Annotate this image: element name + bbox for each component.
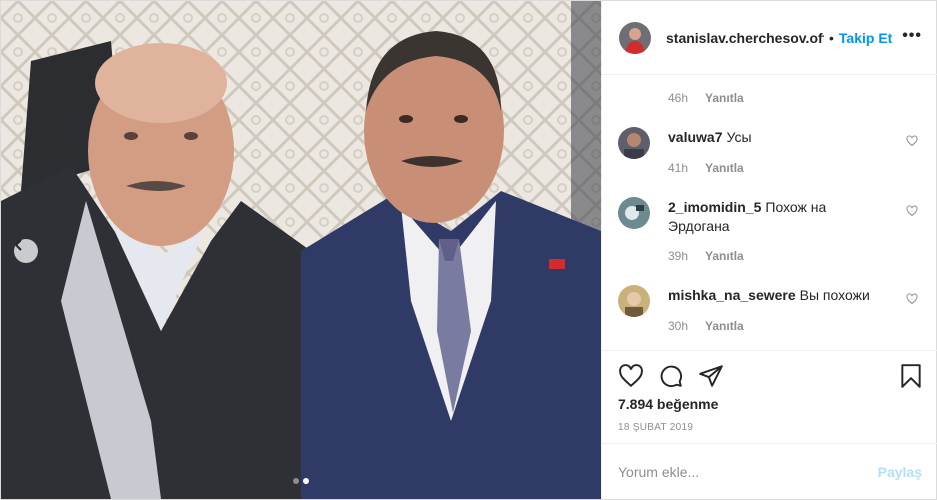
carousel-dot-active	[303, 478, 309, 484]
header-separator: •	[829, 29, 834, 46]
avatar-image	[619, 21, 651, 54]
post-window: stanislav.cherchesov.offic • Takip Et ••…	[0, 0, 937, 500]
chevron-left-icon	[14, 239, 22, 251]
commenter-username[interactable]: 2_imomidin_5	[668, 199, 761, 215]
more-options-icon[interactable]: •••	[902, 27, 922, 45]
post-actions: 7.894 beğenme 18 ŞUBAT 2019	[602, 350, 937, 443]
comment-time: 39h	[668, 249, 689, 263]
commenter-avatar[interactable]	[618, 285, 650, 317]
post-sidebar: stanislav.cherchesov.offic • Takip Et ••…	[601, 1, 937, 499]
comment-text: 2_imomidin_5 Похож на Эрдогана	[668, 198, 883, 236]
comment-input[interactable]	[618, 460, 868, 484]
commenter-avatar[interactable]	[618, 127, 650, 159]
post-comment-button[interactable]: Paylaş	[878, 464, 922, 480]
post-photo[interactable]	[1, 1, 601, 499]
comment-meta: 39h Yanıtla	[668, 249, 744, 263]
comment-time: 30h	[668, 319, 689, 333]
photo-illustration	[1, 1, 601, 499]
reply-button[interactable]: Yanıtla	[705, 249, 744, 263]
commenter-username[interactable]: valuwa7	[668, 129, 722, 145]
add-comment-section: Paylaş	[602, 443, 937, 499]
commenter-avatar[interactable]	[618, 197, 650, 229]
like-comment-heart-icon[interactable]	[906, 205, 918, 217]
bookmark-icon[interactable]	[898, 363, 924, 389]
comment-body: Вы похожи	[799, 287, 870, 303]
comment-time: 41h	[668, 161, 689, 175]
reply-button[interactable]: Yanıtla	[705, 319, 744, 333]
commenter-username[interactable]: mishka_na_sewere	[668, 287, 796, 303]
comment-body: Усы	[726, 129, 752, 145]
comments-list: 46h Yanıtla valuwa7 Усы 41h Yanıtla 2_im…	[602, 76, 937, 350]
comment-text: mishka_na_sewere Вы похожи	[668, 286, 883, 305]
comment-meta: 30h Yanıtla	[668, 319, 744, 333]
share-icon[interactable]	[698, 363, 724, 389]
comment-time: 46h	[668, 91, 689, 105]
like-comment-heart-icon[interactable]	[906, 135, 918, 147]
carousel-indicator	[293, 478, 309, 484]
carousel-prev-button[interactable]	[14, 239, 38, 263]
avatar-image	[618, 197, 650, 229]
reply-button[interactable]: Yanıtla	[705, 161, 744, 175]
comment-text: valuwa7 Усы	[668, 128, 883, 147]
follow-button[interactable]: Takip Et	[839, 30, 892, 46]
likes-count[interactable]: 7.894 beğenme	[618, 396, 718, 412]
post-header: stanislav.cherchesov.offic • Takip Et ••…	[602, 1, 937, 75]
author-avatar[interactable]	[619, 21, 651, 54]
heart-icon[interactable]	[618, 363, 644, 389]
avatar-image	[618, 127, 650, 159]
reply-button[interactable]: Yanıtla	[705, 91, 744, 105]
comment-meta: 41h Yanıtla	[668, 161, 744, 175]
comment-meta: 46h Yanıtla	[668, 91, 744, 105]
post-date: 18 ŞUBAT 2019	[618, 422, 694, 433]
carousel-dot	[293, 478, 299, 484]
avatar-image	[618, 285, 650, 317]
comment-icon[interactable]	[658, 363, 684, 389]
like-comment-heart-icon[interactable]	[906, 293, 918, 305]
author-username[interactable]: stanislav.cherchesov.offic	[666, 30, 824, 46]
